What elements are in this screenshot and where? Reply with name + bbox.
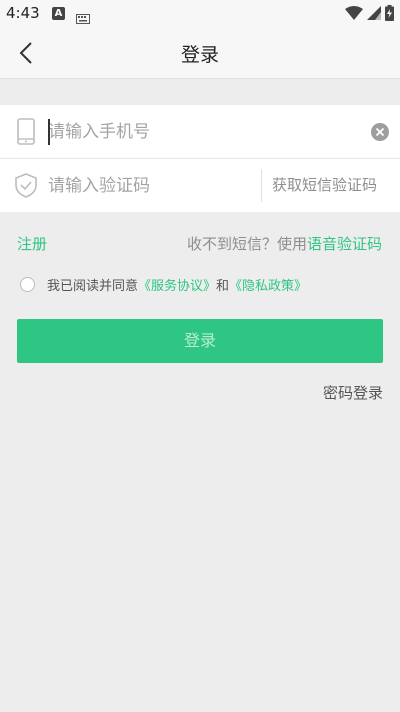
header: 登录 — [0, 28, 400, 79]
agreement-prefix: 我已阅读并同意 — [47, 279, 139, 294]
clear-icon[interactable] — [371, 123, 389, 141]
page-title: 登录 — [180, 44, 219, 66]
phone-icon — [14, 118, 38, 145]
divider — [261, 169, 262, 202]
keyboard-icon — [76, 9, 90, 28]
voice-code-link[interactable]: 语音验证码 — [307, 235, 382, 253]
service-agreement-link[interactable]: 《服务协议》 — [138, 275, 216, 294]
phone-row — [0, 105, 400, 159]
battery-icon — [385, 5, 394, 25]
agreement-row: 我已阅读并同意 《服务协议》 和 《隐私政策》 — [20, 275, 307, 294]
status-bar: 4:43 A — [0, 0, 400, 28]
privacy-policy-link[interactable]: 《隐私政策》 — [229, 275, 307, 294]
voice-code-text: 收不到短信？使用语音验证码 — [187, 233, 382, 254]
login-button[interactable]: 登录 — [17, 319, 383, 363]
wifi-icon — [345, 5, 363, 25]
signal-icon — [367, 5, 381, 25]
shield-icon — [14, 172, 38, 199]
text-cursor — [48, 119, 50, 145]
code-input[interactable] — [48, 159, 253, 212]
register-link[interactable]: 注册 — [17, 233, 47, 254]
agreement-radio[interactable] — [20, 277, 35, 292]
phone-input[interactable] — [48, 105, 358, 158]
no-sms-text: 收不到短信？使用 — [186, 235, 307, 253]
login-form: 获取短信验证码 — [0, 105, 400, 212]
agreement-and: 和 — [216, 279, 230, 294]
status-time: 4:43 — [6, 4, 40, 22]
code-row: 获取短信验证码 — [0, 159, 400, 212]
get-code-button[interactable]: 获取短信验证码 — [272, 159, 377, 212]
password-login-link[interactable]: 密码登录 — [323, 382, 383, 403]
a-badge-icon: A — [52, 7, 65, 20]
